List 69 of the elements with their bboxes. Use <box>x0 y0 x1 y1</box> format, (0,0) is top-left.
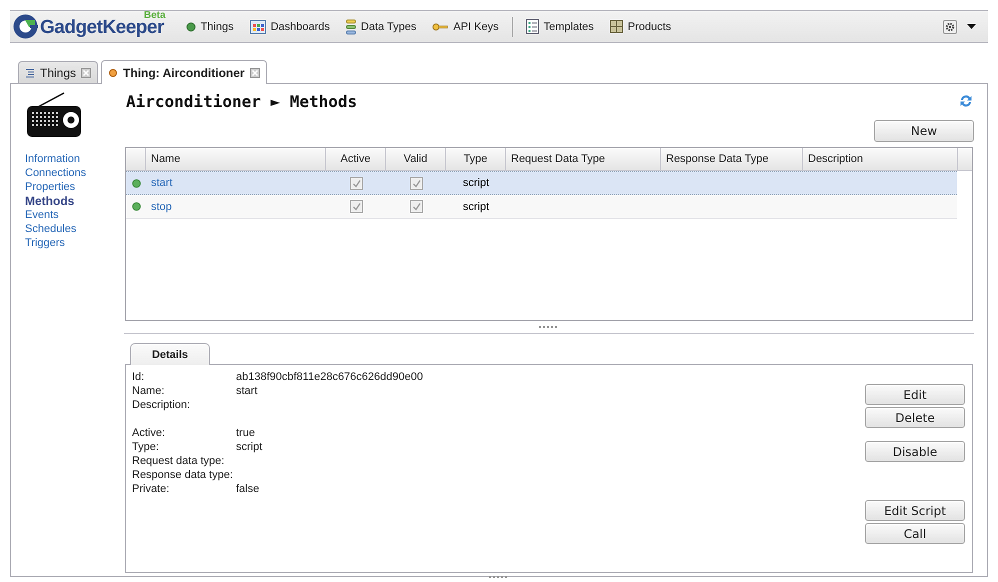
nav-item[interactable]: Templates <box>524 17 596 36</box>
sidebar-link[interactable]: Connections <box>25 166 125 180</box>
status-dot-icon <box>132 178 140 188</box>
field-value: start <box>236 385 258 399</box>
field-label: Active: <box>132 427 166 441</box>
method-name[interactable]: start <box>146 172 326 194</box>
table-cell-text: script <box>462 176 490 191</box>
sidebar-link[interactable]: Schedules <box>25 222 125 236</box>
field-label: Private: <box>132 483 170 497</box>
dashboard-icon <box>250 20 266 34</box>
sidebar-link[interactable]: Properties <box>25 180 125 194</box>
column-header[interactable]: Type <box>446 148 506 170</box>
field-value: false <box>236 483 260 497</box>
radio-icon <box>26 92 82 138</box>
splitter-handle-icon[interactable] <box>489 576 509 579</box>
stack-icon <box>346 18 356 34</box>
action-button[interactable]: Edit Script <box>865 500 965 521</box>
field-label: Type: <box>132 441 160 455</box>
nav-item[interactable]: Dashboards <box>248 18 332 36</box>
nav-item[interactable]: Products <box>608 18 674 35</box>
tab[interactable]: Things <box>18 61 98 83</box>
close-icon[interactable] <box>81 68 92 78</box>
field-value: script <box>236 441 262 455</box>
refresh-icon[interactable] <box>959 94 973 108</box>
column-header[interactable]: Response Data Type <box>661 148 803 170</box>
field-value: ab138f90cbf811e28c676c626dd90e00 <box>236 371 423 385</box>
table-row[interactable]: start script <box>126 171 957 195</box>
field-label: Request data type: <box>132 455 226 469</box>
field-value: true <box>236 427 255 441</box>
column-header[interactable]: Name <box>146 148 326 170</box>
settings-button[interactable] <box>943 20 957 34</box>
list-icon <box>25 68 35 78</box>
status-dot-icon <box>132 202 140 211</box>
action-button[interactable]: Delete <box>865 407 965 428</box>
close-icon[interactable] <box>250 68 260 78</box>
nav-item[interactable]: Things <box>184 18 236 34</box>
sidebar-link[interactable]: Events <box>25 208 125 222</box>
column-header[interactable]: Valid <box>386 148 446 170</box>
table-row[interactable]: stop script <box>126 195 957 219</box>
grid-icon <box>610 20 623 33</box>
action-button[interactable]: Edit <box>865 384 965 405</box>
dropdown-caret-icon[interactable] <box>967 24 976 30</box>
field-label: Response data type: <box>132 469 234 483</box>
field-label: Description: <box>132 399 192 413</box>
field-label: Name: <box>132 385 166 399</box>
key-icon <box>432 22 448 30</box>
status-dot-icon <box>108 68 118 78</box>
sidebar-link[interactable]: Information <box>25 152 125 166</box>
tab[interactable]: Thing: Airconditioner <box>101 60 267 84</box>
field-label: Id: <box>132 371 146 385</box>
method-name[interactable]: stop <box>146 195 326 218</box>
sidebar-link[interactable]: Triggers <box>25 236 125 250</box>
table-cell-text: script <box>462 200 490 214</box>
column-header[interactable]: Request Data Type <box>506 148 661 170</box>
sidebar-link[interactable]: Methods <box>25 194 125 208</box>
nav-item[interactable]: Data Types <box>344 16 418 36</box>
details-tab[interactable]: Details <box>130 343 210 365</box>
nav-item[interactable]: API Keys <box>430 18 501 34</box>
settings-icon <box>945 22 955 32</box>
logo-icon <box>13 14 38 39</box>
new-button[interactable]: New <box>874 120 974 142</box>
splitter-handle-icon[interactable] <box>539 326 559 328</box>
page-title: Airconditioner ► Methods <box>125 92 358 110</box>
column-header[interactable]: Active <box>326 148 386 170</box>
list-icon <box>526 19 539 34</box>
action-button[interactable]: Call <box>865 523 965 544</box>
column-header[interactable]: Description <box>803 148 958 170</box>
action-button[interactable]: Disable <box>865 441 965 462</box>
status-dot-icon <box>186 22 196 32</box>
